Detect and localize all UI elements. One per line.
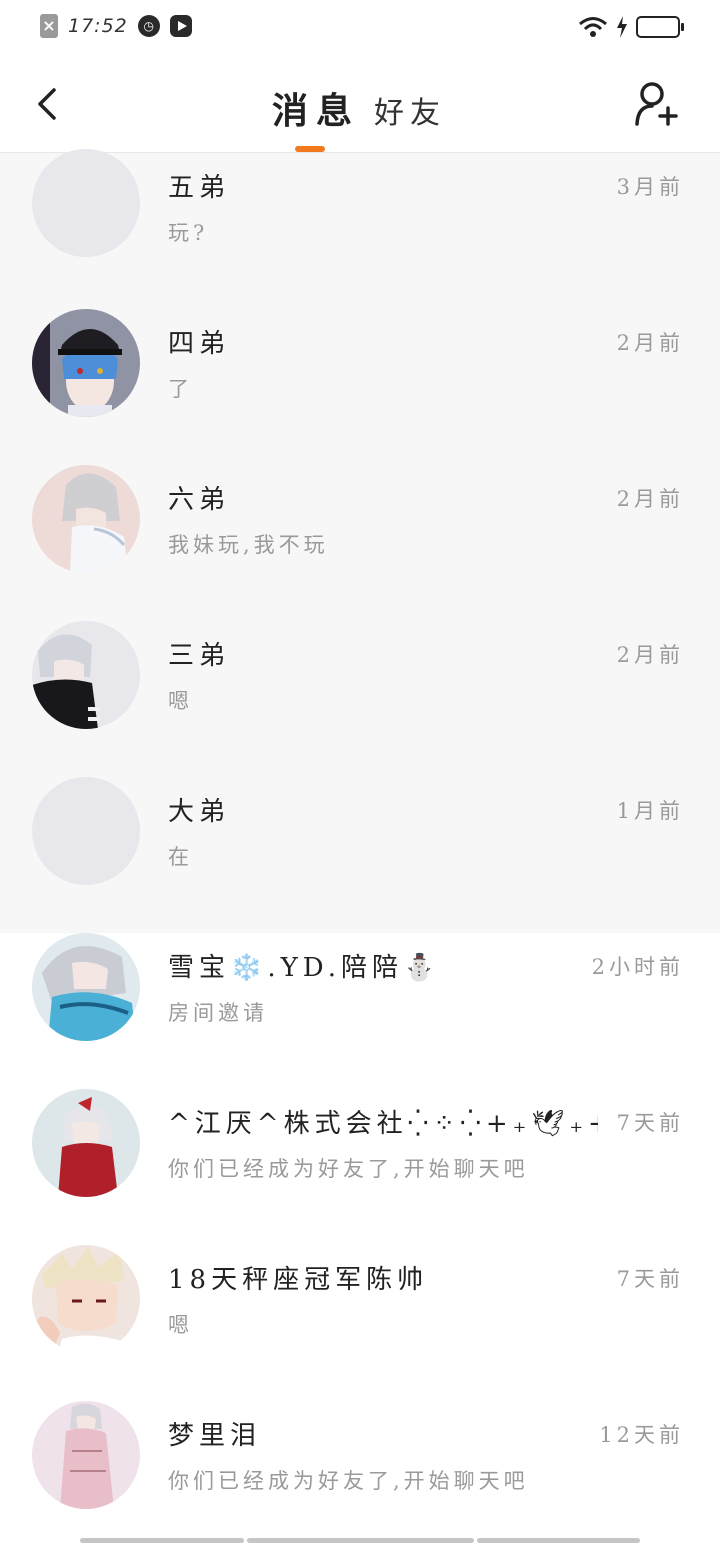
conversation-row[interactable]: 六弟 我妹玩,我不玩 2月前 — [0, 465, 720, 621]
red-dress-avatar — [32, 1089, 140, 1197]
contact-name: 雪宝❄️.YD.陪陪⛄ — [168, 953, 441, 983]
message-time: 3月前 — [616, 175, 684, 199]
last-message: 了 — [168, 377, 193, 401]
anime-boy-avatar — [32, 1245, 140, 1353]
message-time: 1月前 — [616, 799, 684, 823]
message-time: 7天前 — [616, 1267, 684, 1291]
contact-name: 六弟 — [168, 485, 231, 515]
play-icon — [169, 15, 192, 37]
last-message: 在 — [168, 845, 193, 869]
tab-friends[interactable]: 好友 — [374, 88, 446, 132]
conversation-row[interactable]: 四弟 了 2月前 — [0, 309, 720, 465]
bottom-indicator-bar — [477, 1538, 640, 1543]
status-bar-right — [578, 16, 684, 38]
add-friend-icon[interactable] — [632, 78, 682, 128]
wifi-icon — [579, 17, 607, 37]
clock-icon: ◷ — [137, 15, 160, 37]
conversation-row[interactable]: ^江厌^株式会社⁛⁘⁛+₊🕊₊+⁛⁘⁛ 你们已经成为好友了,开始聊天吧 7天前 — [0, 1089, 720, 1245]
conversation-row[interactable]: 18天秤座冠军陈帅 嗯 7天前 — [0, 1245, 720, 1401]
last-message: 你们已经成为好友了,开始聊天吧 — [168, 1469, 529, 1493]
close-notification-icon: × — [40, 14, 58, 38]
last-message: 嗯 — [168, 689, 193, 713]
contact-name: 大弟 — [168, 797, 231, 827]
conversation-list: 五弟 玩? 3月前 四弟 了 2月前 六弟 我妹玩,我不玩 2月前 三弟 嗯 2… — [0, 149, 720, 1557]
conversation-row[interactable]: 大弟 在 1月前 — [0, 777, 720, 933]
status-time: 17:52 — [68, 15, 128, 37]
message-time: 2月前 — [616, 487, 684, 511]
last-message: 我妹玩,我不玩 — [168, 533, 329, 557]
contact-name: 四弟 — [168, 329, 231, 359]
white-hair-black-coat-avatar — [32, 621, 140, 729]
message-time: 12天前 — [599, 1423, 684, 1447]
active-tab-indicator — [295, 146, 325, 152]
conversation-row[interactable]: 雪宝❄️.YD.陪陪⛄ 房间邀请 2小时前 — [0, 933, 720, 1089]
last-message: 你们已经成为好友了,开始聊天吧 — [168, 1157, 529, 1181]
charging-icon — [617, 16, 627, 38]
conversation-row[interactable]: 三弟 嗯 2月前 — [0, 621, 720, 777]
pink-dress-avatar — [32, 1401, 140, 1509]
app-header: 消息 好友 — [0, 56, 720, 153]
conversation-row[interactable]: 五弟 玩? 3月前 — [0, 149, 720, 309]
battery-icon — [636, 16, 684, 38]
blank-avatar — [32, 777, 140, 885]
conversation-row[interactable]: 梦里泪 你们已经成为好友了,开始聊天吧 12天前 — [0, 1401, 720, 1557]
blank-avatar — [32, 149, 140, 257]
last-message: 嗯 — [168, 1313, 193, 1337]
silver-hair-blue-dress-avatar — [32, 933, 140, 1041]
contact-name: 梦里泪 — [168, 1421, 262, 1451]
last-message: 房间邀请 — [168, 1001, 268, 1025]
back-arrow-icon[interactable] — [30, 84, 70, 124]
message-time: 7天前 — [616, 1111, 684, 1135]
contact-name: 五弟 — [168, 173, 231, 203]
contact-name: 三弟 — [168, 641, 231, 671]
tab-messages[interactable]: 消息 — [272, 82, 360, 134]
message-time: 2月前 — [616, 331, 684, 355]
contact-name: 18天秤座冠军陈帅 — [168, 1265, 429, 1295]
blue-hair-cap-avatar — [32, 309, 140, 417]
bottom-indicator-bar — [247, 1538, 474, 1543]
status-bar: × 17:52 ◷ — [0, 0, 720, 56]
status-bar-left: × 17:52 ◷ — [40, 14, 192, 38]
white-hair-avatar — [32, 465, 140, 573]
message-time: 2月前 — [616, 643, 684, 667]
last-message: 玩? — [168, 221, 209, 245]
bottom-indicator-bar — [80, 1538, 244, 1543]
message-time: 2小时前 — [591, 955, 684, 979]
contact-name: ^江厌^株式会社⁛⁘⁛+₊🕊₊+⁛⁘⁛ — [168, 1109, 598, 1139]
